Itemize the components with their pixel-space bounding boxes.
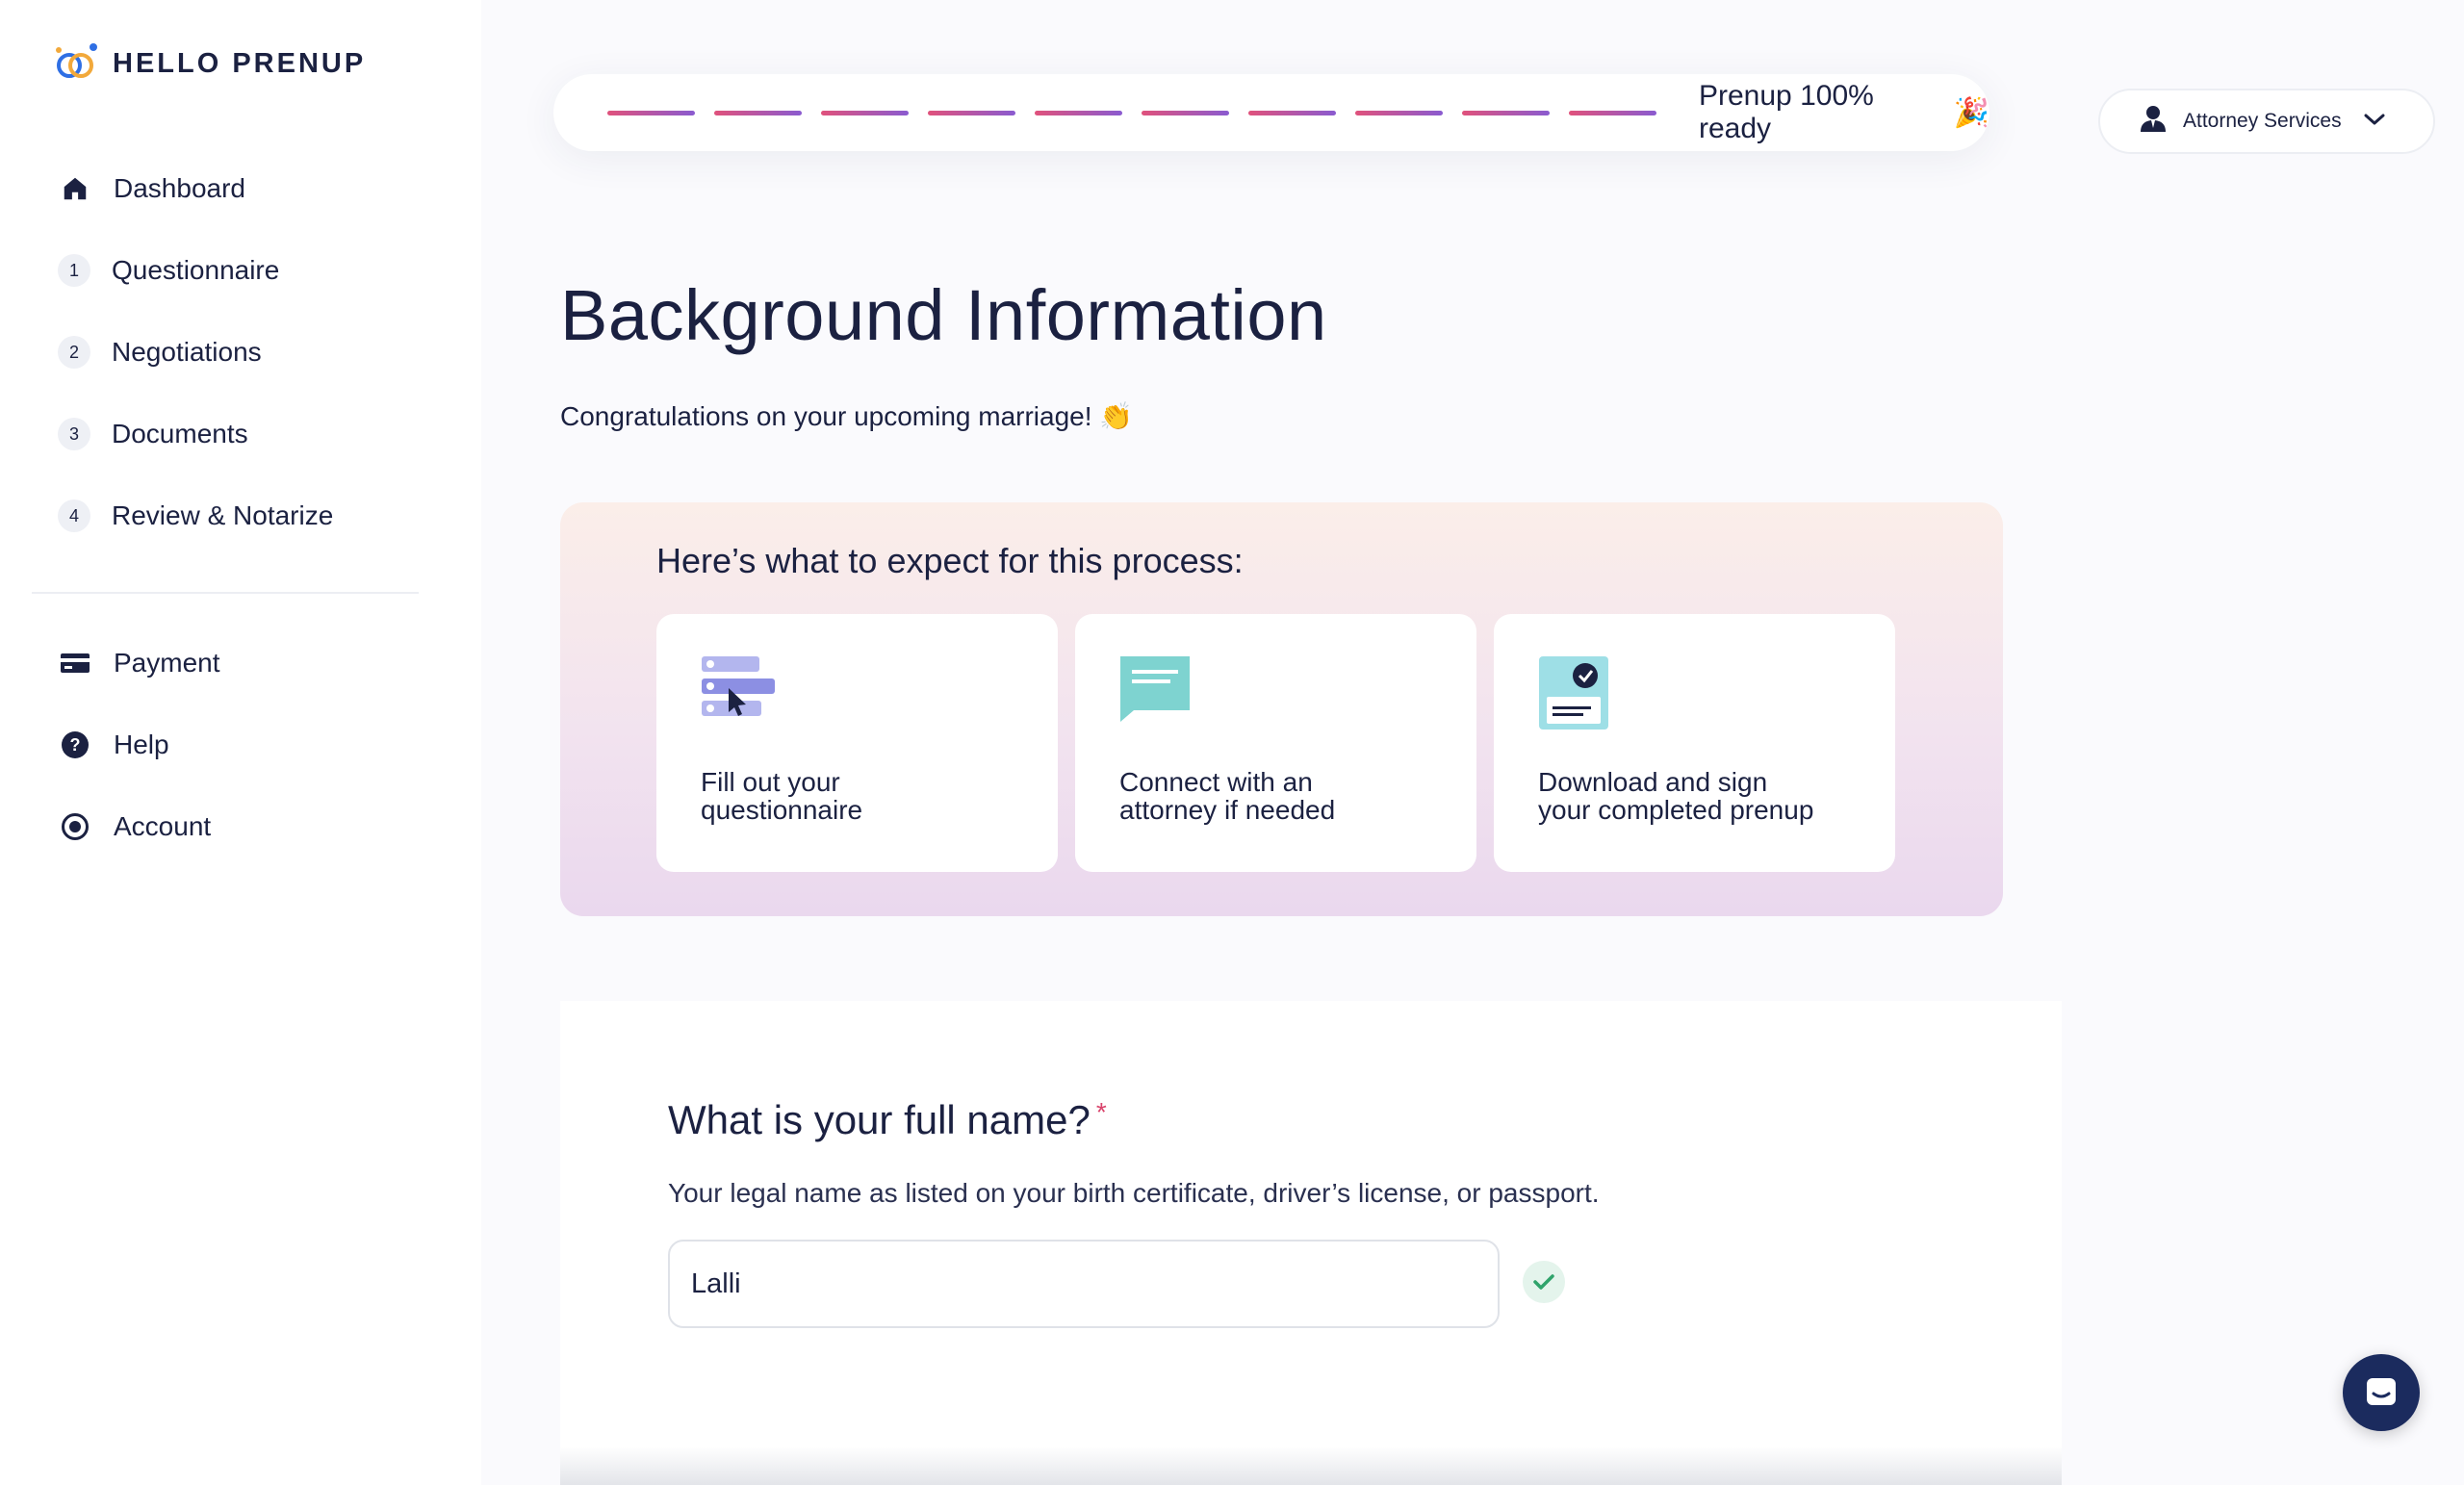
progress-segment bbox=[1035, 110, 1122, 115]
progress-segment bbox=[821, 110, 909, 115]
page-title: Background Information bbox=[560, 275, 1327, 355]
verified-document-icon bbox=[1539, 656, 1608, 730]
question-title: What is your full name? * bbox=[668, 1097, 1107, 1143]
process-title: Here’s what to expect for this process: bbox=[656, 541, 1244, 580]
progress-segment bbox=[928, 110, 1015, 115]
sidebar-item-questionnaire[interactable]: 1 Questionnaire bbox=[58, 245, 424, 295]
sidebar-item-label: Dashboard bbox=[114, 173, 245, 203]
account-circle-icon bbox=[58, 809, 92, 844]
chat-icon bbox=[2367, 1378, 2396, 1405]
valid-check-icon bbox=[1523, 1261, 1565, 1303]
attorney-person-icon bbox=[2139, 104, 2168, 139]
progress-segment bbox=[1569, 110, 1656, 115]
process-step-attorney: Connect with an attorney if needed bbox=[1075, 614, 1476, 872]
sidebar-item-review-notarize[interactable]: 4 Review & Notarize bbox=[58, 491, 424, 541]
progress-segments bbox=[607, 110, 1656, 115]
home-icon bbox=[58, 171, 92, 206]
step-text-line: your completed prenup bbox=[1538, 795, 1814, 825]
form-cursor-icon bbox=[702, 656, 775, 716]
sidebar-item-negotiations[interactable]: 2 Negotiations bbox=[58, 327, 424, 377]
process-overview-panel: Here’s what to expect for this process: … bbox=[560, 502, 2003, 916]
brand-logo[interactable]: HELLO PRENUP bbox=[53, 40, 366, 87]
step-text: Connect with an attorney if needed bbox=[1119, 768, 1466, 824]
sidebar-item-dashboard[interactable]: Dashboard bbox=[58, 164, 424, 214]
svg-text:?: ? bbox=[70, 735, 81, 755]
step-number-badge: 4 bbox=[58, 499, 90, 532]
sidebar-item-documents[interactable]: 3 Documents bbox=[58, 409, 424, 459]
progress-status: Prenup 100% ready 🎉 bbox=[1699, 80, 1989, 145]
progress-segment bbox=[1142, 110, 1229, 115]
primary-nav: Dashboard 1 Questionnaire 2 Negotiations… bbox=[58, 164, 424, 573]
sidebar-item-label: Account bbox=[114, 811, 212, 841]
party-popper-icon: 🎉 bbox=[1953, 96, 1989, 129]
question-help-text: Your legal name as listed on your birth … bbox=[668, 1178, 1600, 1208]
brand-name: HELLO PRENUP bbox=[113, 47, 367, 79]
sidebar-item-label: Help bbox=[114, 730, 169, 759]
prenup-progress-bar: Prenup 100% ready 🎉 bbox=[553, 74, 1989, 151]
process-step-questionnaire: Fill out your questionnaire bbox=[656, 614, 1058, 872]
step-number-badge: 1 bbox=[58, 254, 90, 287]
progress-segment bbox=[1248, 110, 1336, 115]
credit-card-icon bbox=[58, 646, 92, 680]
progress-segment bbox=[1462, 110, 1550, 115]
sidebar-item-label: Questionnaire bbox=[112, 255, 280, 285]
attorney-services-label: Attorney Services bbox=[2183, 110, 2342, 132]
process-step-download-sign: Download and sign your completed prenup bbox=[1494, 614, 1895, 872]
secondary-nav: Payment ? Help Account bbox=[58, 638, 424, 883]
full-name-input[interactable] bbox=[668, 1240, 1500, 1328]
step-text-line: Download and sign bbox=[1538, 767, 1768, 797]
step-text: Fill out your questionnaire bbox=[701, 768, 1047, 824]
sidebar-item-help[interactable]: ? Help bbox=[58, 720, 424, 770]
chat-bubble-icon bbox=[1120, 656, 1190, 722]
sidebar-item-payment[interactable]: Payment bbox=[58, 638, 424, 688]
help-circle-icon: ? bbox=[58, 728, 92, 762]
full-name-question-card: What is your full name? * Your legal name… bbox=[560, 1001, 2062, 1485]
sidebar-item-label: Payment bbox=[114, 648, 220, 678]
chat-launcher-button[interactable] bbox=[2343, 1354, 2420, 1431]
sidebar-item-label: Documents bbox=[112, 419, 248, 448]
step-text-line: questionnaire bbox=[701, 795, 863, 825]
step-text-line: Connect with an bbox=[1119, 767, 1313, 797]
sidebar-item-account[interactable]: Account bbox=[58, 802, 424, 852]
step-text-line: Fill out your bbox=[701, 767, 840, 797]
progress-label: Prenup 100% ready bbox=[1699, 80, 1874, 144]
step-number-badge: 2 bbox=[58, 336, 90, 369]
required-asterisk: * bbox=[1095, 1097, 1107, 1127]
progress-segment bbox=[714, 110, 802, 115]
progress-segment bbox=[1355, 110, 1443, 115]
progress-segment bbox=[607, 110, 695, 115]
sidebar: HELLO PRENUP Dashboard 1 Questionnaire 2… bbox=[0, 0, 481, 1485]
step-text-line: attorney if needed bbox=[1119, 795, 1336, 825]
page-subtitle: Congratulations on your upcoming marriag… bbox=[560, 401, 1134, 431]
interlocked-rings-icon bbox=[56, 43, 97, 78]
attorney-services-dropdown[interactable]: Attorney Services bbox=[2098, 89, 2435, 154]
step-number-badge: 3 bbox=[58, 418, 90, 450]
step-text: Download and sign your completed prenup bbox=[1538, 768, 1885, 824]
sidebar-item-label: Negotiations bbox=[112, 337, 262, 367]
sidebar-item-label: Review & Notarize bbox=[112, 500, 334, 530]
chevron-down-icon bbox=[2363, 110, 2386, 133]
sidebar-divider bbox=[32, 592, 419, 594]
question-title-text: What is your full name? bbox=[668, 1097, 1091, 1142]
